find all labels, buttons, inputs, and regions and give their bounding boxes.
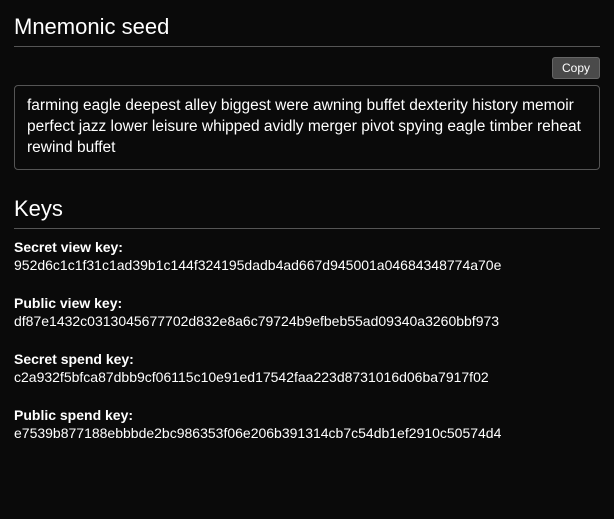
key-value: e7539b877188ebbbde2bc986353f06e206b39131… bbox=[14, 425, 600, 441]
keys-title: Keys bbox=[14, 196, 600, 222]
divider bbox=[14, 228, 600, 229]
key-label: Secret spend key: bbox=[14, 351, 600, 367]
key-label: Secret view key: bbox=[14, 239, 600, 255]
copy-row: Copy bbox=[14, 57, 600, 79]
keys-section: Keys Secret view key: 952d6c1c1f31c1ad39… bbox=[14, 196, 600, 441]
key-label: Public spend key: bbox=[14, 407, 600, 423]
copy-button[interactable]: Copy bbox=[552, 57, 600, 79]
key-block-secret-view: Secret view key: 952d6c1c1f31c1ad39b1c14… bbox=[14, 239, 600, 273]
mnemonic-seed-box: farming eagle deepest alley biggest were… bbox=[14, 85, 600, 170]
mnemonic-title: Mnemonic seed bbox=[14, 14, 600, 40]
key-block-secret-spend: Secret spend key: c2a932f5bfca87dbb9cf06… bbox=[14, 351, 600, 385]
key-value: 952d6c1c1f31c1ad39b1c144f324195dadb4ad66… bbox=[14, 257, 600, 273]
key-value: df87e1432c0313045677702d832e8a6c79724b9e… bbox=[14, 313, 600, 329]
key-block-public-spend: Public spend key: e7539b877188ebbbde2bc9… bbox=[14, 407, 600, 441]
key-block-public-view: Public view key: df87e1432c0313045677702… bbox=[14, 295, 600, 329]
key-label: Public view key: bbox=[14, 295, 600, 311]
mnemonic-section: Mnemonic seed Copy farming eagle deepest… bbox=[14, 14, 600, 170]
key-value: c2a932f5bfca87dbb9cf06115c10e91ed17542fa… bbox=[14, 369, 600, 385]
divider bbox=[14, 46, 600, 47]
